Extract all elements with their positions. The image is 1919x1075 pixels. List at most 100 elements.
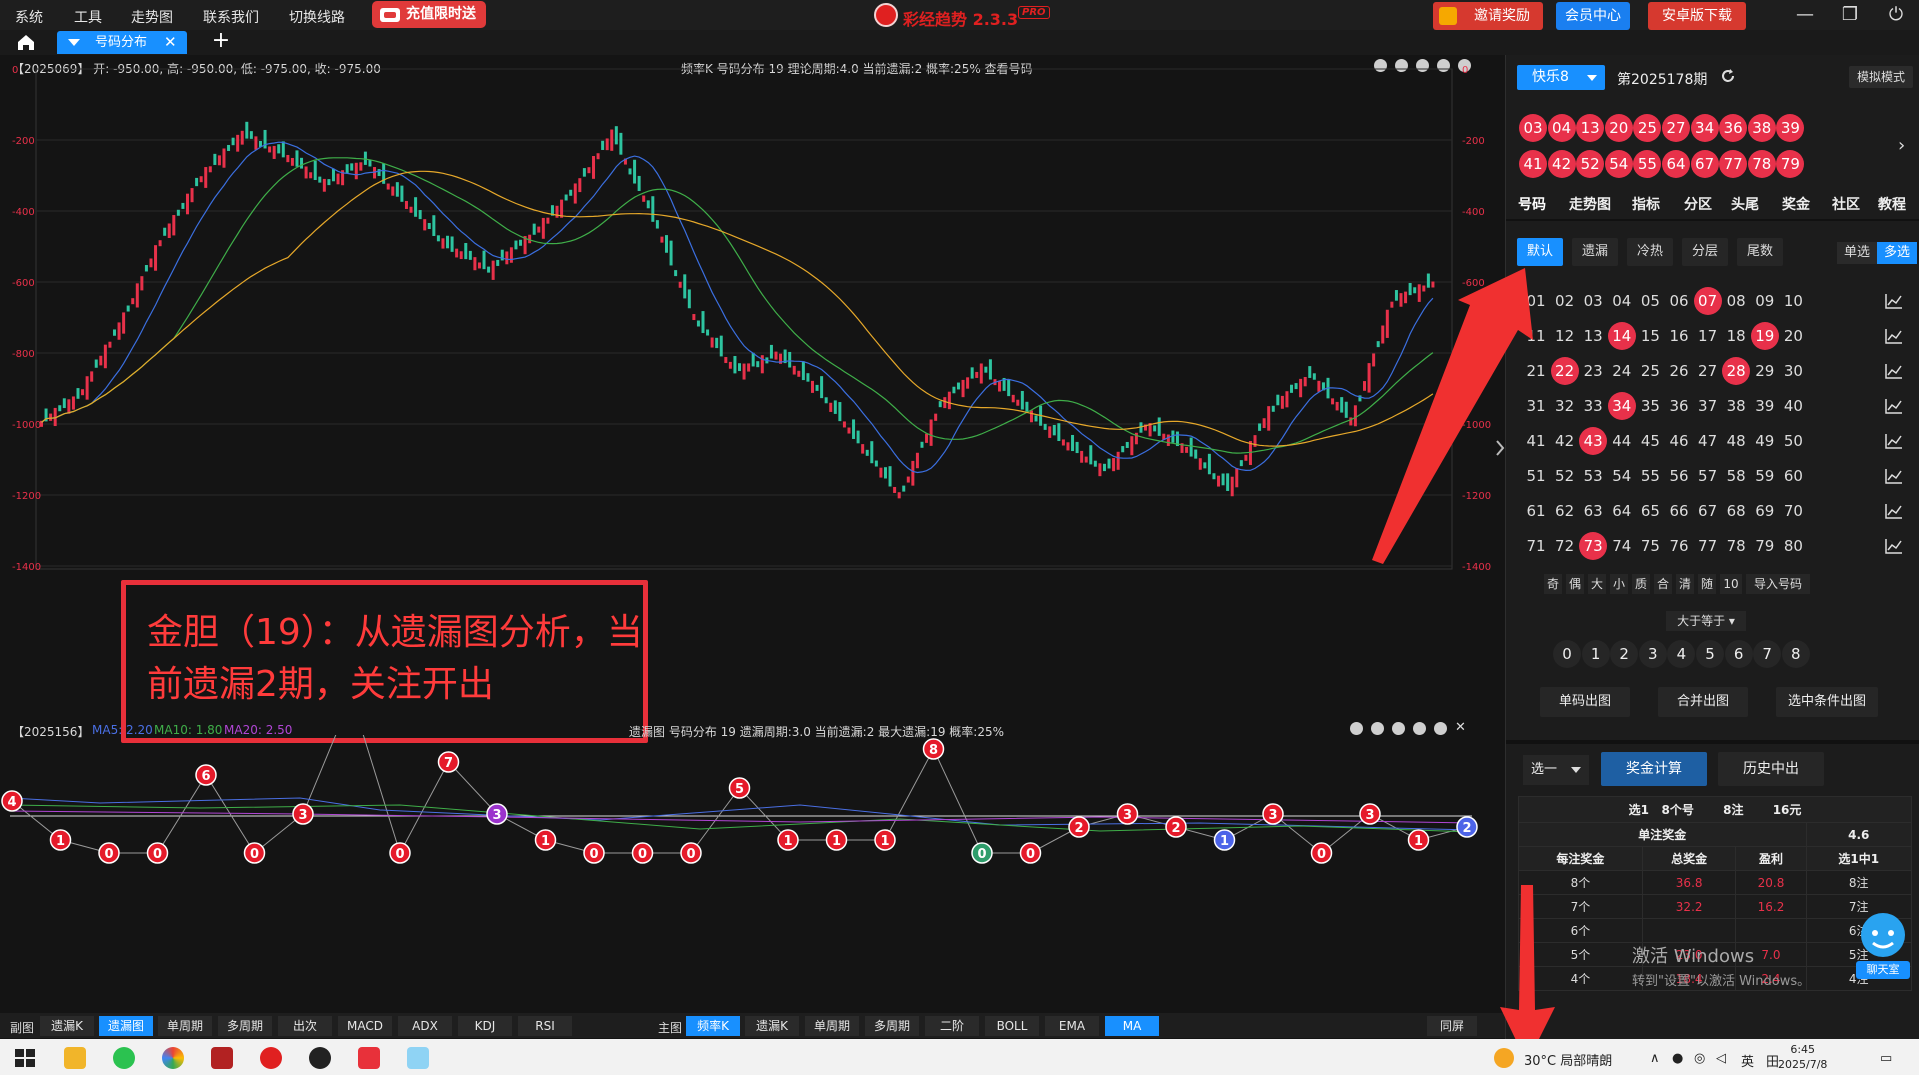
sub-chart-btn-2[interactable]: 单周期 xyxy=(158,1016,212,1036)
tab-number-distribution[interactable]: 号码分布 ✕ xyxy=(57,31,187,54)
number-cell[interactable]: 39 xyxy=(1751,392,1779,420)
number-cell[interactable]: 41 xyxy=(1522,427,1550,455)
number-cell[interactable]: 44 xyxy=(1608,427,1636,455)
chevron-right-icon[interactable]: › xyxy=(1898,135,1905,156)
up-icon[interactable] xyxy=(1392,722,1405,735)
clock[interactable]: 6:45 2025/7/8 xyxy=(1778,1042,1827,1072)
count-cell[interactable]: 1 xyxy=(1581,640,1610,668)
number-cell[interactable]: 06 xyxy=(1665,287,1693,315)
main-chart-btn-6[interactable]: EMA xyxy=(1045,1016,1099,1036)
number-cell[interactable]: 19 xyxy=(1750,322,1779,350)
number-cell[interactable]: 58 xyxy=(1722,462,1750,490)
member-center-button[interactable]: 会员中心 xyxy=(1556,2,1630,30)
action-btn-1[interactable]: 合并出图 xyxy=(1658,687,1748,717)
number-cell[interactable]: 61 xyxy=(1522,497,1550,525)
wechat-tray-icon[interactable]: ● xyxy=(1672,1051,1683,1066)
filter-chip[interactable]: 小 xyxy=(1610,574,1628,594)
ime-label[interactable]: 英 xyxy=(1741,1051,1754,1070)
filter-chip[interactable]: 清 xyxy=(1676,574,1694,594)
number-cell[interactable]: 76 xyxy=(1665,532,1693,560)
nav-tab-7[interactable]: 教程 xyxy=(1878,194,1906,214)
number-cell[interactable]: 77 xyxy=(1694,532,1722,560)
sub-chart-btn-7[interactable]: KDJ xyxy=(458,1016,512,1036)
number-cell[interactable]: 38 xyxy=(1722,392,1750,420)
number-cell[interactable]: 28 xyxy=(1722,357,1751,385)
number-cell[interactable]: 34 xyxy=(1607,392,1636,420)
number-cell[interactable]: 14 xyxy=(1607,322,1636,350)
weather-icon[interactable] xyxy=(1494,1048,1514,1068)
filter-chip[interactable]: 随 xyxy=(1698,574,1716,594)
wps-app-icon[interactable] xyxy=(211,1047,233,1069)
number-cell[interactable]: 17 xyxy=(1694,322,1722,350)
number-cell[interactable]: 48 xyxy=(1722,427,1750,455)
number-cell[interactable]: 79 xyxy=(1751,532,1779,560)
number-cell[interactable]: 05 xyxy=(1636,287,1664,315)
number-cell[interactable]: 71 xyxy=(1522,532,1550,560)
number-cell[interactable]: 64 xyxy=(1608,497,1636,525)
prize-calc-button[interactable]: 奖金计算 xyxy=(1601,752,1707,786)
number-cell[interactable]: 55 xyxy=(1636,462,1664,490)
number-cell[interactable]: 62 xyxy=(1551,497,1579,525)
trend-chart-icon[interactable] xyxy=(1884,537,1904,555)
number-cell[interactable]: 08 xyxy=(1722,287,1750,315)
number-cell[interactable]: 59 xyxy=(1751,462,1779,490)
add-tab-icon[interactable]: + xyxy=(210,30,232,54)
number-cell[interactable]: 15 xyxy=(1636,322,1664,350)
menu-system[interactable]: 系统 xyxy=(15,7,43,27)
number-cell[interactable]: 04 xyxy=(1608,287,1636,315)
trend-chart-icon[interactable] xyxy=(1884,502,1904,520)
menu-trend-chart[interactable]: 走势图 xyxy=(131,7,173,27)
number-cell[interactable]: 54 xyxy=(1608,462,1636,490)
number-cell[interactable]: 53 xyxy=(1579,462,1607,490)
refresh-icon[interactable] xyxy=(1720,68,1736,84)
number-cell[interactable]: 16 xyxy=(1665,322,1693,350)
number-cell[interactable]: 50 xyxy=(1779,427,1807,455)
windows-start-icon[interactable] xyxy=(14,1047,36,1069)
action-btn-2[interactable]: 选中条件出图 xyxy=(1776,687,1878,717)
number-cell[interactable]: 60 xyxy=(1779,462,1807,490)
simulation-mode-button[interactable]: 模拟模式 xyxy=(1849,66,1913,88)
number-cell[interactable]: 25 xyxy=(1636,357,1664,385)
main-chart-btn-4[interactable]: 二阶 xyxy=(925,1016,979,1036)
number-cell[interactable]: 07 xyxy=(1693,287,1722,315)
number-cell[interactable]: 49 xyxy=(1751,427,1779,455)
menu-contact[interactable]: 联系我们 xyxy=(203,7,259,27)
count-cell[interactable]: 7 xyxy=(1753,640,1782,668)
number-cell[interactable]: 10 xyxy=(1779,287,1807,315)
number-cell[interactable]: 70 xyxy=(1779,497,1807,525)
main-chart-btn-5[interactable]: BOLL xyxy=(985,1016,1039,1036)
notes-icon[interactable] xyxy=(407,1047,429,1069)
number-cell[interactable]: 21 xyxy=(1522,357,1550,385)
nav-tab-4[interactable]: 头尾 xyxy=(1731,194,1759,214)
number-cell[interactable]: 20 xyxy=(1779,322,1807,350)
sync-icon[interactable] xyxy=(1371,722,1384,735)
sub-chart-btn-1[interactable]: 遗漏图 xyxy=(99,1016,153,1036)
number-cell[interactable]: 56 xyxy=(1665,462,1693,490)
mode-btn-3[interactable]: 分层 xyxy=(1682,238,1728,266)
number-cell[interactable]: 11 xyxy=(1522,322,1550,350)
nav-tab-5[interactable]: 奖金 xyxy=(1782,194,1810,214)
number-cell[interactable]: 09 xyxy=(1751,287,1779,315)
number-cell[interactable]: 33 xyxy=(1579,392,1607,420)
pin-icon[interactable] xyxy=(1350,722,1363,735)
invite-button[interactable]: 邀请奖励 xyxy=(1433,2,1543,30)
wps-icon[interactable] xyxy=(358,1047,380,1069)
nav-tab-1[interactable]: 走势图 xyxy=(1569,194,1611,214)
count-cell[interactable]: 0 xyxy=(1553,640,1581,668)
filter-chip[interactable]: 合 xyxy=(1654,574,1672,594)
home-icon[interactable] xyxy=(10,31,42,53)
power-icon[interactable]: ⏻ xyxy=(1885,4,1907,26)
menu-tools[interactable]: 工具 xyxy=(74,7,102,27)
restore-icon[interactable]: ❐ xyxy=(1839,4,1861,26)
menu-switch-route[interactable]: 切换线路 xyxy=(289,7,345,27)
settings-icon[interactable] xyxy=(1434,722,1447,735)
number-cell[interactable]: 67 xyxy=(1694,497,1722,525)
filter-chip[interactable]: 质 xyxy=(1632,574,1650,594)
lottery-select[interactable]: 快乐8 xyxy=(1517,65,1605,90)
mode-btn-1[interactable]: 遗漏 xyxy=(1572,238,1618,266)
count-cell[interactable]: 4 xyxy=(1667,640,1696,668)
main-chart-btn-1[interactable]: 遗漏K xyxy=(745,1016,799,1036)
number-cell[interactable]: 32 xyxy=(1551,392,1579,420)
number-cell[interactable]: 18 xyxy=(1722,322,1750,350)
sub-chart-btn-4[interactable]: 出次 xyxy=(278,1016,332,1036)
